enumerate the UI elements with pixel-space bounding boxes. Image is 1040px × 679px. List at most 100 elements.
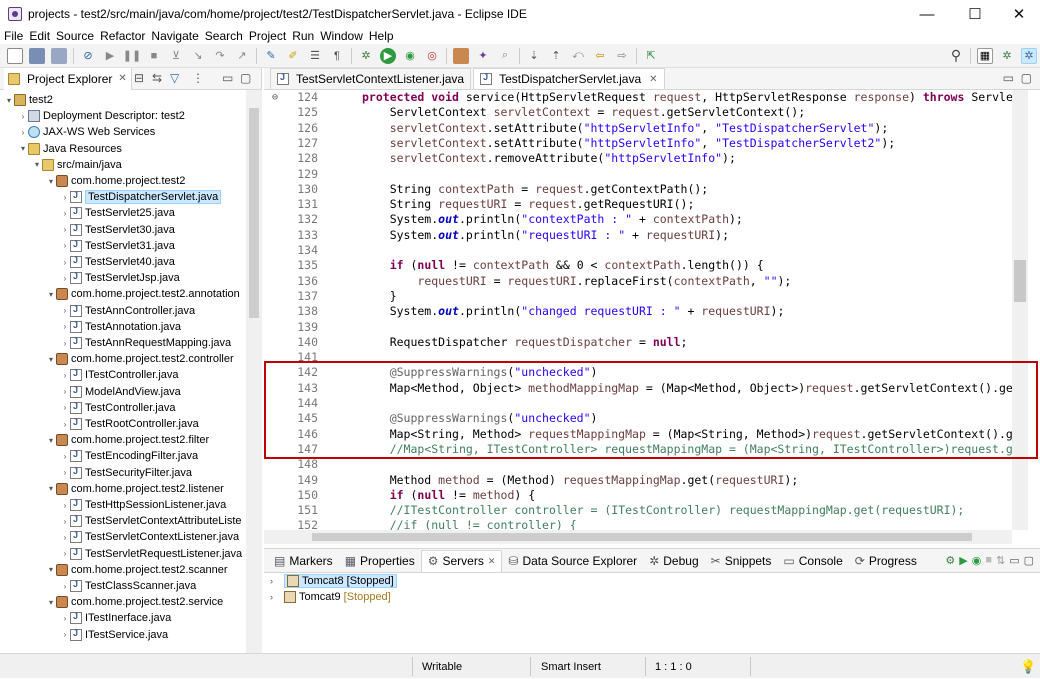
expand-arrow-icon[interactable]: ›: [60, 241, 70, 250]
skip-breakpoints-icon[interactable]: ⊘: [80, 48, 96, 64]
expand-arrow-icon[interactable]: ›: [60, 614, 70, 623]
expand-arrow-icon[interactable]: ›: [60, 225, 70, 234]
code-line[interactable]: 139: [264, 320, 1012, 335]
code-line[interactable]: 130 String contextPath = request.getCont…: [264, 182, 1012, 197]
collapse-all-icon[interactable]: ⊟: [134, 71, 144, 85]
editor-tab-dispatcher[interactable]: TestDispatcherServlet.java ✕: [473, 68, 665, 89]
tree-item[interactable]: › Deployment Descriptor: test2: [18, 108, 185, 124]
expand-arrow-icon[interactable]: ›: [60, 258, 70, 267]
code-line[interactable]: 151 //ITestController controller = (ITes…: [264, 503, 1012, 518]
bottom-tab-properties[interactable]: ▦ Properties: [339, 550, 421, 572]
collapse-arrow-icon[interactable]: ▾: [46, 290, 56, 299]
collapse-arrow-icon[interactable]: ▾: [46, 598, 56, 607]
server-start-icon[interactable]: ▶: [959, 554, 967, 567]
code-line[interactable]: 128 servletContext.removeAttribute("http…: [264, 151, 1012, 166]
server-row-tomcat9[interactable]: › Tomcat9 [Stopped]: [270, 589, 391, 605]
code-line[interactable]: 147 //Map<String, ITestController> reque…: [264, 442, 1012, 457]
tree-item[interactable]: › ITestController.java: [60, 367, 179, 383]
collapse-arrow-icon[interactable]: ▾: [46, 177, 56, 186]
collapse-arrow-icon[interactable]: ▾: [46, 436, 56, 445]
tree-item[interactable]: › TestServlet30.java: [60, 222, 175, 238]
bottom-tab-markers[interactable]: ▤ Markers: [268, 550, 339, 572]
code-line[interactable]: 131 String requestURI = request.getReque…: [264, 197, 1012, 212]
tree-item[interactable]: › TestServlet40.java: [60, 254, 175, 270]
debug-icon[interactable]: ✲: [358, 48, 374, 64]
expand-arrow-icon[interactable]: ›: [60, 452, 70, 461]
tree-item[interactable]: › TestHttpSessionListener.java: [60, 497, 226, 513]
expand-arrow-icon[interactable]: ›: [60, 630, 70, 639]
code-line[interactable]: 133 System.out.println("requestURI : " +…: [264, 228, 1012, 243]
expand-arrow-icon[interactable]: ›: [60, 549, 70, 558]
disconnect-icon[interactable]: ⊻: [168, 48, 184, 64]
code-line[interactable]: 136 requestURI = requestURI.replaceFirst…: [264, 274, 1012, 289]
collapse-arrow-icon[interactable]: ▾: [32, 160, 42, 169]
maximize-button[interactable]: ☐: [952, 0, 998, 28]
step-return-icon[interactable]: ↗: [234, 48, 250, 64]
tree-item[interactable]: › TestAnnController.java: [60, 303, 195, 319]
search-icon[interactable]: ⚲: [948, 47, 964, 64]
tree-item[interactable]: ▾ src/main/java: [32, 157, 122, 173]
close-button[interactable]: ✕: [996, 0, 1040, 28]
close-icon[interactable]: ✕: [488, 556, 496, 567]
expand-arrow-icon[interactable]: ›: [60, 468, 70, 477]
project-explorer-tab[interactable]: Project Explorer ✕: [4, 67, 132, 90]
expand-arrow-icon[interactable]: ›: [18, 128, 28, 137]
link-editor-icon[interactable]: ⇆: [152, 71, 162, 85]
code-line[interactable]: 145 @SuppressWarnings("unchecked"): [264, 411, 1012, 426]
expand-arrow-icon[interactable]: ›: [60, 403, 70, 412]
tree-item[interactable]: › TestAnnRequestMapping.java: [60, 335, 231, 351]
code-line[interactable]: 134: [264, 243, 1012, 258]
toggle-icon[interactable]: ☰: [307, 48, 323, 64]
close-icon[interactable]: ✕: [649, 74, 657, 85]
collapse-arrow-icon[interactable]: ▾: [4, 96, 14, 105]
tree-item[interactable]: › ITestService.java: [60, 627, 168, 643]
code-line[interactable]: 126 servletContext.setAttribute("httpSer…: [264, 121, 1012, 136]
maximize-view-icon[interactable]: ▢: [1021, 71, 1032, 85]
code-line[interactable]: 148: [264, 457, 1012, 472]
bottom-tab-servers[interactable]: ⚙ Servers ✕: [420, 549, 503, 572]
save-all-icon[interactable]: [51, 47, 67, 64]
code-line[interactable]: 124 ⊖ protected void service(HttpServletRe…: [264, 90, 1012, 105]
editor-scrollbar-thumb[interactable]: [1014, 260, 1026, 302]
code-line[interactable]: 150 if (null != method) {: [264, 488, 1012, 503]
code-line[interactable]: 146 Map<String, Method> requestMappingMa…: [264, 427, 1012, 442]
bottom-tab-progress[interactable]: ⟳ Progress: [849, 550, 923, 572]
wizard-icon[interactable]: ✎: [263, 48, 279, 64]
collapse-arrow-icon[interactable]: ▾: [46, 484, 56, 493]
code-line[interactable]: 140 RequestDispatcher requestDispatcher …: [264, 335, 1012, 350]
next-annotation-icon[interactable]: ⇣: [526, 48, 542, 64]
run-icon[interactable]: ▶: [380, 47, 396, 64]
tree-item[interactable]: ▾ Java Resources: [18, 141, 122, 157]
menu-search[interactable]: Search: [205, 29, 243, 43]
tree-item[interactable]: ▾ com.home.project.test2.listener: [46, 481, 224, 497]
tree-item[interactable]: › TestAnnotation.java: [60, 319, 181, 335]
forward-icon[interactable]: ⇨: [614, 48, 630, 64]
code-line[interactable]: 127 servletContext.setAttribute("httpSer…: [264, 136, 1012, 151]
code-line[interactable]: 125 ServletContext servletContext = requ…: [264, 105, 1012, 120]
code-line[interactable]: 144: [264, 396, 1012, 411]
last-edit-icon[interactable]: ⤺: [570, 48, 586, 64]
code-line[interactable]: 129: [264, 167, 1012, 182]
collapse-arrow-icon[interactable]: ▾: [18, 144, 28, 153]
close-icon[interactable]: ✕: [118, 73, 126, 84]
expand-arrow-icon[interactable]: ›: [60, 533, 70, 542]
resume-icon[interactable]: ▶: [102, 48, 118, 64]
tree-item[interactable]: › ITestInerface.java: [60, 610, 171, 626]
tree-item[interactable]: ▾ com.home.project.test2.annotation: [46, 286, 240, 302]
menu-navigate[interactable]: Navigate: [151, 29, 198, 43]
pin-editor-icon[interactable]: ⇱: [643, 48, 659, 64]
server-stop-icon[interactable]: ■: [985, 554, 992, 567]
filter-icon[interactable]: ▽: [170, 71, 179, 85]
tree-item[interactable]: ▾ test2: [4, 92, 53, 108]
tree-item[interactable]: › TestServlet25.java: [60, 205, 175, 221]
expand-arrow-icon[interactable]: ›: [60, 209, 70, 218]
expand-arrow-icon[interactable]: ›: [60, 371, 70, 380]
tip-icon[interactable]: 💡: [1020, 654, 1036, 679]
tree-scrollbar-thumb[interactable]: [249, 108, 259, 318]
show-whitespace-icon[interactable]: ¶: [329, 48, 345, 64]
editor-horizontal-scrollbar[interactable]: [264, 530, 1012, 544]
tree-scrollbar[interactable]: [246, 90, 262, 653]
collapse-arrow-icon[interactable]: ▾: [46, 565, 56, 574]
code-line[interactable]: 143 Map<Method, Object> methodMappingMap…: [264, 381, 1012, 396]
suspend-icon[interactable]: ❚❚: [123, 48, 141, 64]
